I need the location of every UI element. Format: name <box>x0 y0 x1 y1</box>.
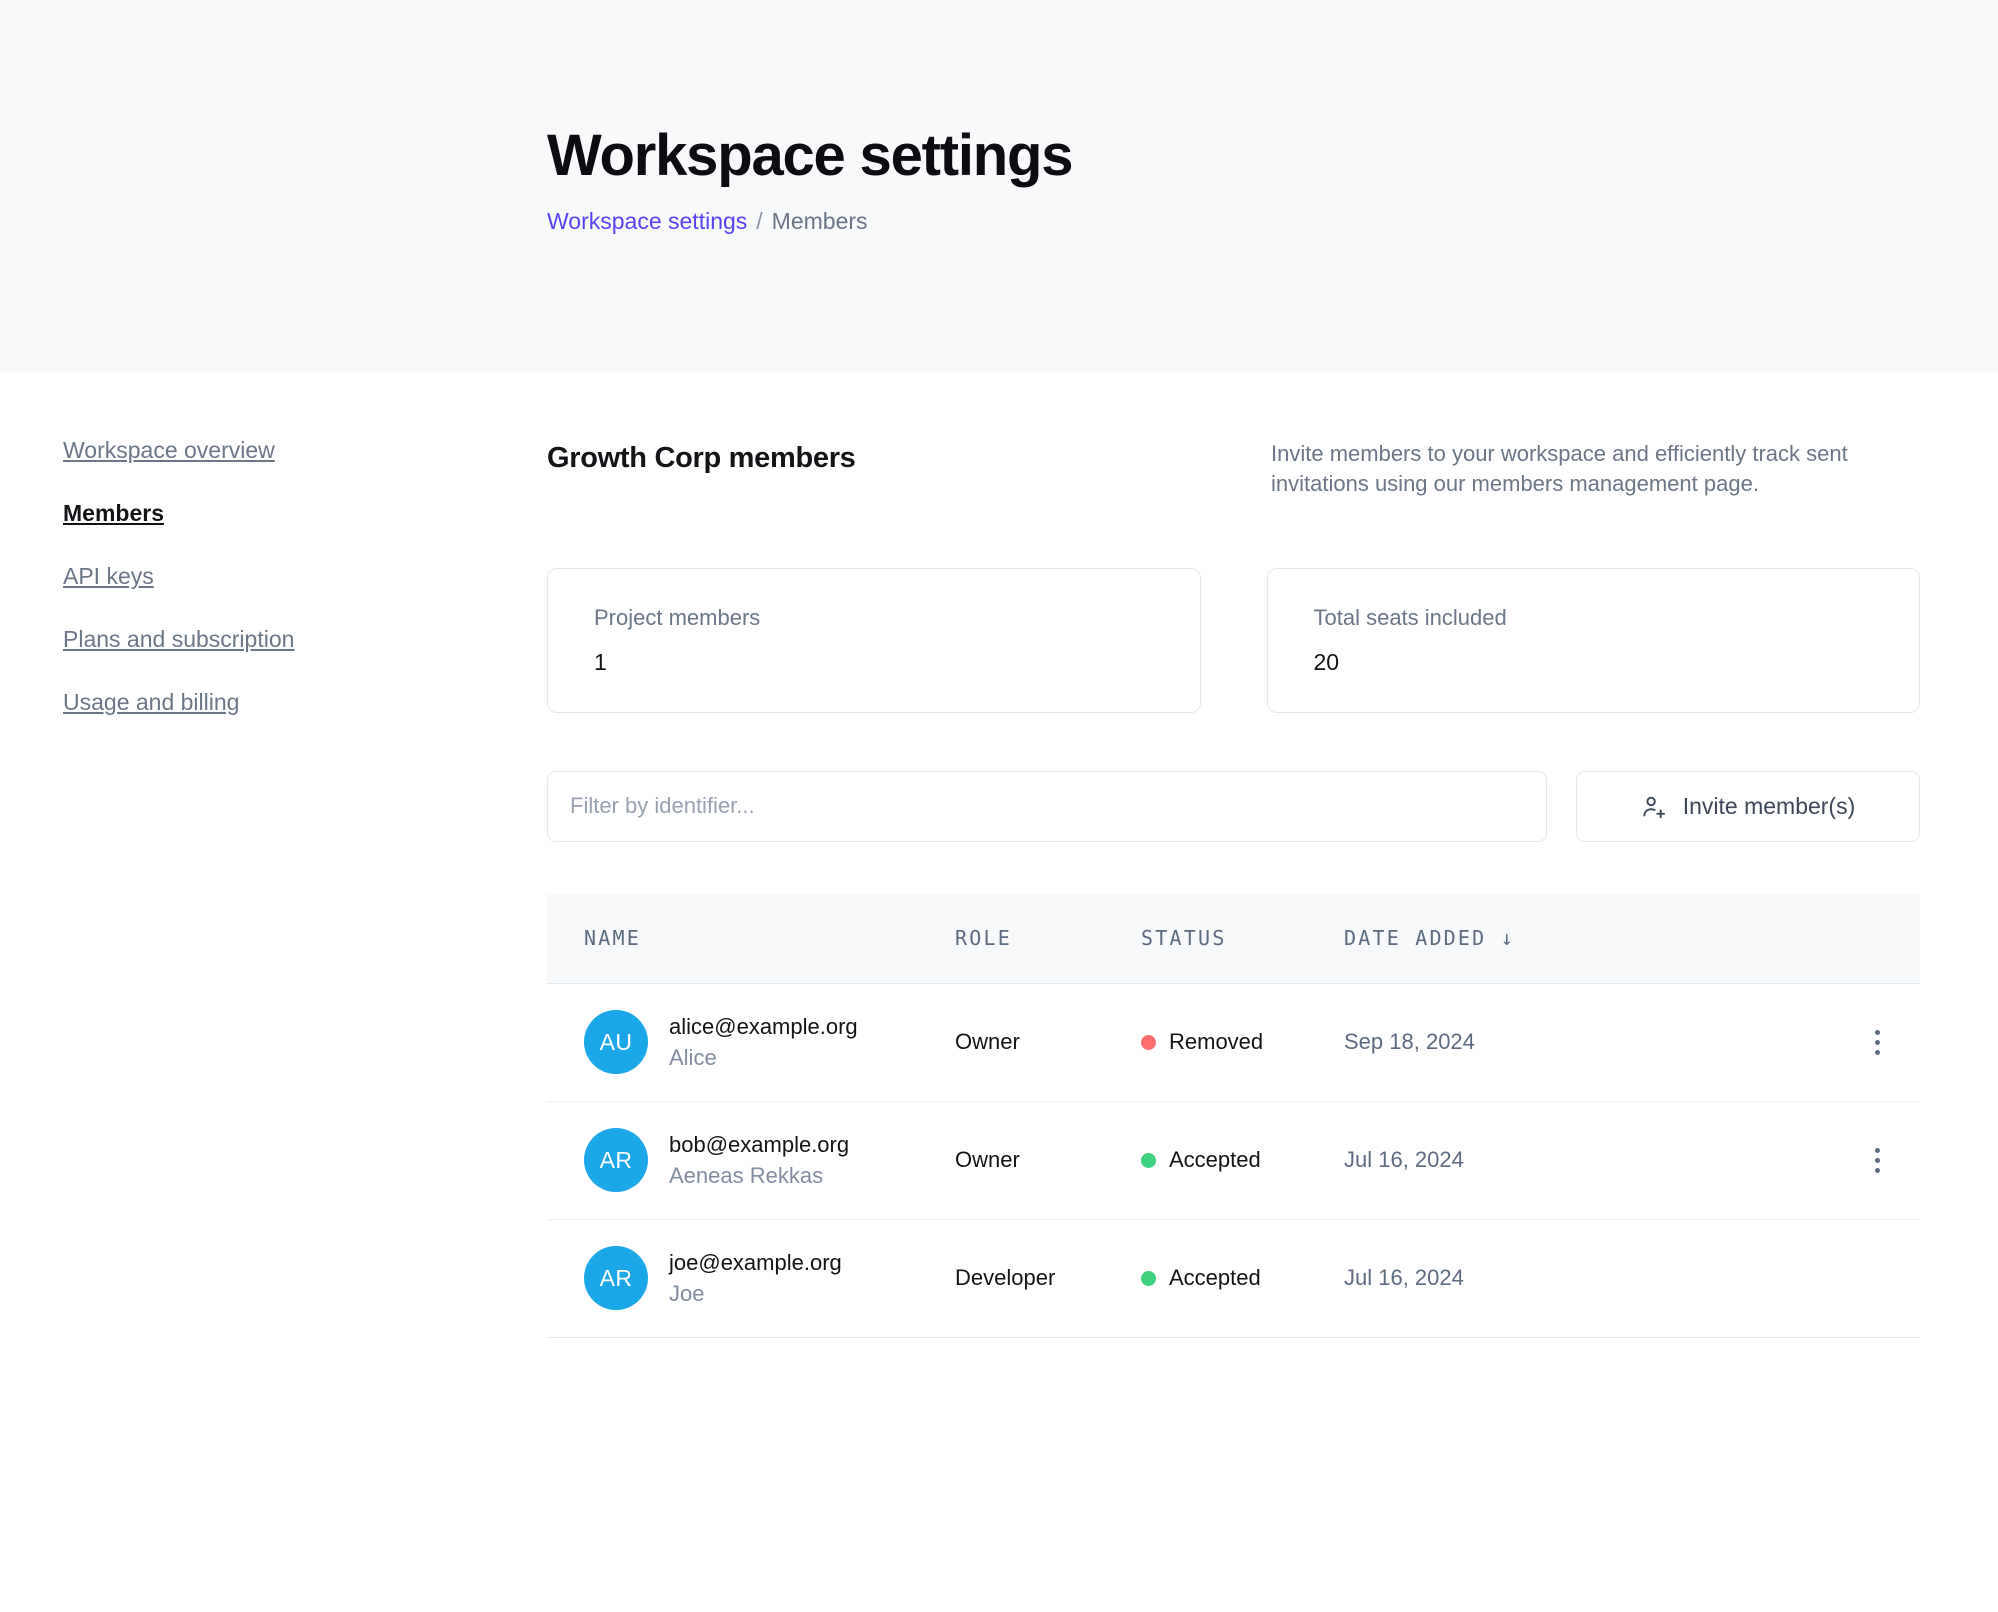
member-display-name: Aeneas Rekkas <box>669 1164 849 1187</box>
status-badge: Accepted <box>1169 1147 1261 1173</box>
body-wrapper: Workspace overview Members API keys Plan… <box>0 373 1998 1338</box>
page-header: Workspace settings Workspace settings / … <box>0 0 1998 373</box>
main-content: Growth Corp members Invite members to yo… <box>547 439 1998 1338</box>
table-header-row: NAME ROLE STATUS DATE ADDED ↓ <box>547 894 1920 984</box>
member-date-cell: Jul 16, 2024 <box>1344 1147 1604 1173</box>
member-display-name: Joe <box>669 1282 842 1305</box>
avatar: AU <box>584 1010 648 1074</box>
status-badge: Accepted <box>1169 1265 1261 1291</box>
intro-row: Growth Corp members Invite members to yo… <box>547 439 1920 500</box>
stat-label: Total seats included <box>1314 607 1920 629</box>
column-header-status[interactable]: STATUS <box>1141 926 1344 950</box>
row-options-menu-icon[interactable] <box>1859 1024 1895 1060</box>
table-row[interactable]: AR joe@example.org Joe Developer Accepte… <box>547 1220 1920 1338</box>
stat-cards: Project members 1 Total seats included 2… <box>547 568 1920 713</box>
stat-value: 1 <box>594 651 1200 674</box>
member-role-cell: Owner <box>955 1147 1141 1173</box>
member-date-added: Sep 18, 2024 <box>1344 1029 1475 1054</box>
row-options-menu-icon[interactable] <box>1859 1142 1895 1178</box>
sort-descending-icon: ↓ <box>1501 926 1515 950</box>
member-email: bob@example.org <box>669 1133 849 1156</box>
sidebar-item-usage-and-billing[interactable]: Usage and billing <box>63 691 547 714</box>
stat-card-project-members: Project members 1 <box>547 568 1201 713</box>
sidebar-item-workspace-overview[interactable]: Workspace overview <box>63 439 547 462</box>
member-status-cell: Removed <box>1141 1029 1344 1055</box>
member-date-cell: Sep 18, 2024 <box>1344 1029 1604 1055</box>
member-date-cell: Jul 16, 2024 <box>1344 1265 1604 1291</box>
members-table: NAME ROLE STATUS DATE ADDED ↓ AU alice@e… <box>547 894 1920 1338</box>
invite-members-button[interactable]: Invite member(s) <box>1576 771 1920 842</box>
avatar: AR <box>584 1128 648 1192</box>
member-actions-cell <box>1604 1024 1920 1060</box>
breadcrumb: Workspace settings / Members <box>547 210 1998 233</box>
member-identity: joe@example.org Joe <box>669 1251 842 1305</box>
member-identity: alice@example.org Alice <box>669 1015 858 1069</box>
breadcrumb-separator: / <box>756 210 762 233</box>
section-description: Invite members to your workspace and eff… <box>1271 439 1911 500</box>
stat-value: 20 <box>1314 651 1920 674</box>
section-title: Growth Corp members <box>547 439 1271 476</box>
stat-card-total-seats-included: Total seats included 20 <box>1267 568 1921 713</box>
filter-row: Invite member(s) <box>547 771 1920 842</box>
member-date-added: Jul 16, 2024 <box>1344 1147 1464 1172</box>
filter-input[interactable] <box>547 771 1547 842</box>
member-status-cell: Accepted <box>1141 1147 1344 1173</box>
sidebar-item-api-keys[interactable]: API keys <box>63 565 547 588</box>
member-role-cell: Developer <box>955 1265 1141 1291</box>
member-role: Owner <box>955 1147 1020 1172</box>
member-date-added: Jul 16, 2024 <box>1344 1265 1464 1290</box>
member-name-cell: AR bob@example.org Aeneas Rekkas <box>547 1128 955 1192</box>
member-actions-cell <box>1604 1142 1920 1178</box>
avatar: AR <box>584 1246 648 1310</box>
page-title: Workspace settings <box>547 125 1998 188</box>
member-role: Owner <box>955 1029 1020 1054</box>
member-display-name: Alice <box>669 1046 858 1069</box>
status-badge: Removed <box>1169 1029 1263 1055</box>
sidebar-item-members[interactable]: Members <box>63 502 547 525</box>
column-header-name[interactable]: NAME <box>547 926 955 950</box>
member-email: alice@example.org <box>669 1015 858 1038</box>
breadcrumb-current-members: Members <box>772 210 868 233</box>
user-plus-icon <box>1641 793 1668 820</box>
member-actions-cell <box>1604 1260 1920 1296</box>
member-role-cell: Owner <box>955 1029 1141 1055</box>
member-status-cell: Accepted <box>1141 1265 1344 1291</box>
invite-members-label: Invite member(s) <box>1683 793 1856 820</box>
member-email: joe@example.org <box>669 1251 842 1274</box>
table-row[interactable]: AR bob@example.org Aeneas Rekkas Owner A… <box>547 1102 1920 1220</box>
stat-label: Project members <box>594 607 1200 629</box>
member-name-cell: AR joe@example.org Joe <box>547 1246 955 1310</box>
table-row[interactable]: AU alice@example.org Alice Owner Removed… <box>547 984 1920 1102</box>
status-dot-icon <box>1141 1271 1156 1286</box>
member-name-cell: AU alice@example.org Alice <box>547 1010 955 1074</box>
sidebar-nav: Workspace overview Members API keys Plan… <box>0 439 547 1338</box>
member-role: Developer <box>955 1265 1055 1290</box>
column-header-role[interactable]: ROLE <box>955 926 1141 950</box>
sidebar-item-plans-and-subscription[interactable]: Plans and subscription <box>63 628 547 651</box>
status-dot-icon <box>1141 1153 1156 1168</box>
column-header-date-added[interactable]: DATE ADDED ↓ <box>1344 926 1604 950</box>
breadcrumb-link-workspace-settings[interactable]: Workspace settings <box>547 210 747 233</box>
column-header-date-added-label: DATE ADDED <box>1344 926 1486 950</box>
status-dot-icon <box>1141 1035 1156 1050</box>
member-identity: bob@example.org Aeneas Rekkas <box>669 1133 849 1187</box>
